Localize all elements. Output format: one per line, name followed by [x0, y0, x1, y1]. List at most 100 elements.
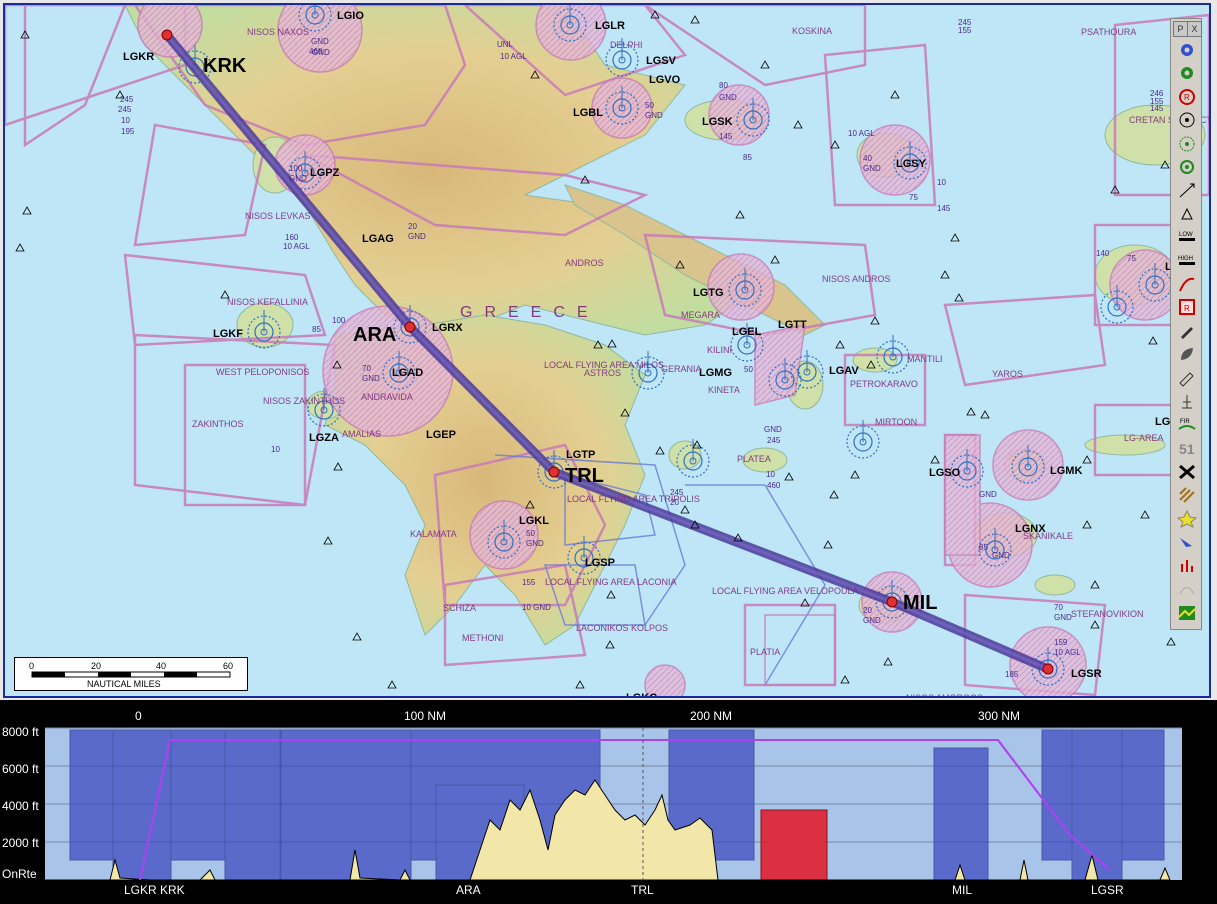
tower-icon[interactable]	[1176, 392, 1198, 411]
airport-label[interactable]: LGBL	[573, 107, 603, 119]
low-icon[interactable]: LOW	[1176, 228, 1198, 247]
region-label: KINETA	[708, 385, 740, 395]
number-icon[interactable]: 51	[1176, 439, 1198, 458]
airport-label[interactable]: LGZA	[309, 432, 339, 444]
altitude-label: 85	[979, 543, 988, 552]
altitude-label: GND	[312, 48, 330, 57]
profile-airspace-block-3	[224, 729, 281, 881]
region-label: SCHIZA	[443, 603, 476, 613]
region-label: NISOS ZAKINTHOS	[263, 396, 345, 406]
altitude-label: 80	[719, 81, 728, 90]
airport-label[interactable]: LGSO	[929, 467, 961, 479]
airport-label[interactable]: LGLR	[595, 20, 625, 32]
high-icon[interactable]: HIGH	[1176, 252, 1198, 271]
cross-icon[interactable]	[1176, 462, 1198, 481]
airport-label[interactable]: LGKC	[626, 692, 657, 696]
toolbar-close-button[interactable]: X	[1187, 21, 1202, 37]
pencil-icon[interactable]	[1176, 369, 1198, 388]
restricted-icon[interactable]: R	[1176, 88, 1198, 107]
profile-wp-ara[interactable]: ARA	[456, 883, 481, 897]
profile-airspace-block-2	[112, 729, 172, 881]
svg-text:HIGH: HIGH	[1178, 256, 1193, 262]
airway-icon[interactable]	[1176, 181, 1198, 200]
airport-label[interactable]: LGMK	[1050, 465, 1082, 477]
airport-label[interactable]: LGKF	[213, 328, 243, 340]
region-label: WEST PELOPONISOS	[216, 367, 309, 377]
waypoint-ara[interactable]	[404, 321, 416, 333]
altitude-label: GND	[362, 374, 380, 383]
airport-label[interactable]: LGSR	[1071, 668, 1102, 680]
airport-label[interactable]: LGKR	[123, 51, 154, 63]
airport-label[interactable]: LGSV	[646, 55, 677, 67]
restricted-box-icon[interactable]: R	[1176, 298, 1198, 317]
leaf-icon[interactable]	[1176, 345, 1198, 364]
region-label: ZAKINTHOS	[192, 419, 244, 429]
profile-wp-trl[interactable]: TRL	[631, 883, 654, 897]
airport-label[interactable]: LGSP	[585, 557, 615, 569]
fir-icon[interactable]: FIR	[1176, 415, 1198, 434]
gear-green-icon[interactable]	[1176, 64, 1198, 83]
airport-label[interactable]: LGAG	[362, 233, 394, 245]
region-label: GREECE	[460, 304, 600, 321]
vor-icon[interactable]	[1176, 111, 1198, 130]
route-label-mil: MIL	[903, 592, 937, 614]
airport-label[interactable]: LGAV	[829, 365, 859, 377]
altitude-label: 145	[1150, 104, 1164, 113]
gear-blue-icon[interactable]	[1176, 41, 1198, 60]
vertical-profile-panel[interactable]: 0 100 NM 200 NM 300 NM 8000 ft 6000 ft 4…	[0, 700, 1217, 904]
waypoint-mil[interactable]	[886, 596, 898, 608]
speed-icon[interactable]	[1176, 579, 1198, 598]
waypoint-trl[interactable]	[548, 466, 560, 478]
svg-text:R: R	[1184, 304, 1190, 313]
star-icon[interactable]	[1176, 509, 1198, 528]
airport-label[interactable]: LGIO	[337, 10, 364, 22]
airport-label[interactable]: LGAD	[392, 367, 423, 379]
airport-label[interactable]: LGEP	[426, 429, 456, 441]
region-label: MIRTOON	[875, 417, 917, 427]
vor-green-icon[interactable]	[1176, 158, 1198, 177]
region-label: NISOS LEVKAS	[245, 211, 311, 221]
region-label: LOCAL FLYING AREA VELOPOULA	[712, 586, 859, 596]
profile-wp-lgsr[interactable]: LGSR	[1091, 883, 1124, 897]
arrow-icon[interactable]	[1176, 532, 1198, 551]
airport-label[interactable]: LGPZ	[310, 167, 340, 179]
region-label: NISOS AMORGOS	[906, 693, 983, 696]
region-label: GERANIA	[661, 364, 702, 374]
waypoint-lgsr[interactable]	[1042, 663, 1054, 675]
region-label: LG-AREA	[1124, 433, 1164, 443]
altitude-label: 10 AGL	[848, 129, 875, 138]
profile-wp-mil[interactable]: MIL	[952, 883, 972, 897]
profile-wp-lgkr-krk[interactable]: LGKR KRK	[124, 883, 185, 897]
airspace-icon[interactable]	[1176, 275, 1198, 294]
airport-label[interactable]: LGTP	[566, 449, 595, 461]
ndb-icon[interactable]	[1176, 135, 1198, 154]
airport-label[interactable]: LGRX	[432, 322, 463, 334]
altitude-label: 85	[312, 325, 321, 334]
altitude-label: 10 GND	[522, 603, 551, 612]
altitude-label: 245	[670, 488, 684, 497]
region-label: ANDRAVIDA	[361, 392, 413, 402]
vertical-profile-chart[interactable]: 0 100 NM 200 NM 300 NM 8000 ft 6000 ft 4…	[0, 700, 1217, 904]
altitude-label: GND	[863, 164, 881, 173]
profile-restricted-block	[760, 809, 828, 881]
airport-label[interactable]: LGKL	[519, 515, 549, 527]
terrain-icon[interactable]	[1176, 603, 1198, 622]
signal-icon[interactable]	[1176, 556, 1198, 575]
airport-label[interactable]: LGSK	[702, 116, 733, 128]
chart-map-canvas[interactable]: KRK ARA TRL MIL LGIO LGLR LGSV LGVO LGBL LGSK…	[5, 5, 1209, 696]
airport-label[interactable]: LGTG	[693, 287, 724, 299]
altitude-label: 50	[645, 101, 654, 110]
waypoint-krk[interactable]	[161, 29, 173, 41]
airport-label[interactable]: LGVO	[649, 74, 681, 86]
toolbar-pin-button[interactable]: P	[1173, 21, 1188, 37]
pattern-icon[interactable]	[1176, 486, 1198, 505]
pen-icon[interactable]	[1176, 322, 1198, 341]
chart-map[interactable]: KRK ARA TRL MIL LGIO LGLR LGSV LGVO LGBL LGSK…	[3, 3, 1211, 698]
triangle-icon[interactable]	[1176, 205, 1198, 224]
airport-label[interactable]: LGEL	[732, 326, 762, 338]
altitude-label: 10	[937, 178, 946, 187]
region-label: PETROKARAVO	[850, 379, 918, 389]
airport-label[interactable]: LGMG	[699, 367, 732, 379]
airport-label[interactable]: LGSY	[896, 158, 927, 170]
airport-label[interactable]: LGTT	[778, 319, 807, 331]
